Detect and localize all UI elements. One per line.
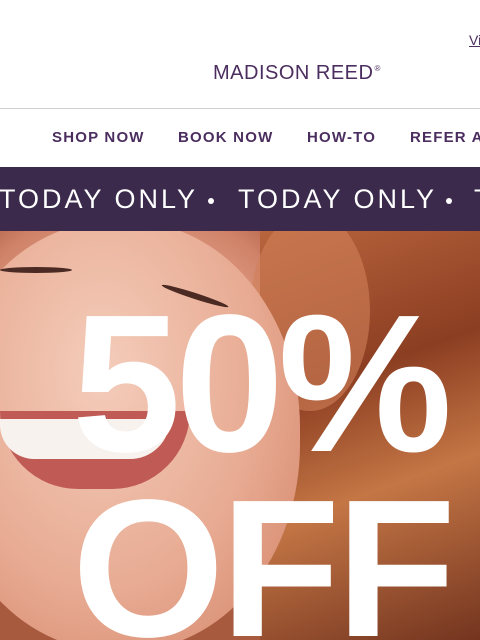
primary-nav: SHOP NOW BOOK NOW HOW-TO REFER A [0, 109, 480, 167]
logo-text: MADISON REED [213, 62, 374, 84]
email-header: Vi MADISON REED® [0, 0, 480, 108]
registered-mark: ® [374, 64, 381, 73]
view-in-browser-link[interactable]: Vi [469, 32, 480, 48]
nav-refer-a-friend[interactable]: REFER A [410, 129, 480, 146]
bullet-separator-icon [446, 198, 452, 204]
promo-headline-percent: 50% [72, 274, 452, 493]
banner-text: T [474, 184, 480, 215]
banner-text: TODAY ONLY [238, 184, 438, 214]
today-only-banner[interactable]: TODAY ONLY TODAY ONLY T [0, 167, 480, 231]
banner-text: TODAY ONLY [0, 184, 199, 214]
closed-eye-left [0, 267, 72, 273]
nav-shop-now[interactable]: SHOP NOW [52, 129, 145, 146]
madison-reed-logo[interactable]: MADISON REED® [213, 62, 381, 85]
hero-image[interactable]: 50% OFF [0, 231, 480, 640]
nav-how-to[interactable]: HOW-TO [307, 129, 376, 146]
nav-book-now[interactable]: BOOK NOW [178, 129, 273, 146]
promo-headline-off: OFF [72, 459, 456, 640]
bullet-separator-icon [208, 198, 214, 204]
